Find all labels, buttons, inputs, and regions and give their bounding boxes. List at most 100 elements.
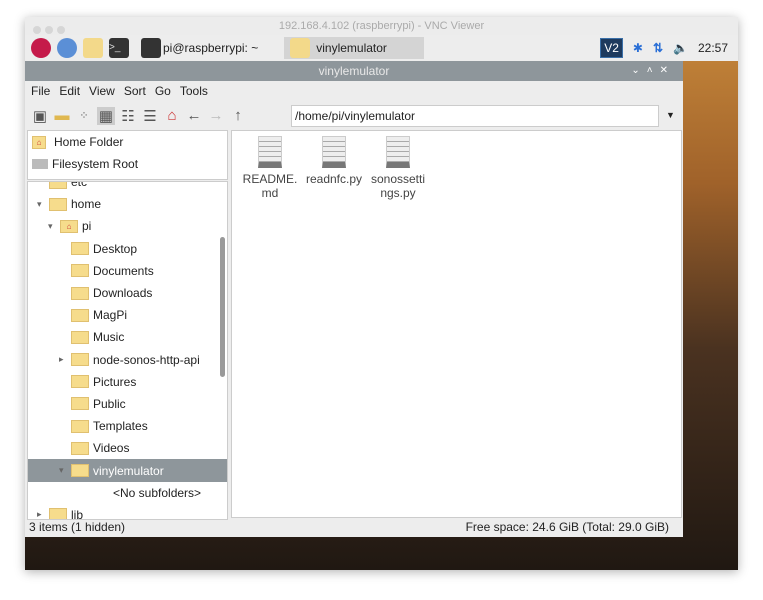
place-label: Filesystem Root (52, 157, 139, 171)
place-home-folder[interactable]: ⌂ Home Folder (28, 131, 227, 153)
clock: 22:57 (697, 41, 728, 55)
task-file-manager[interactable]: vinylemulator (284, 37, 425, 59)
folder-icon (71, 397, 89, 411)
menu-tools[interactable]: Tools (180, 84, 208, 98)
folder-icon (71, 308, 89, 322)
back-icon[interactable]: ← (185, 107, 203, 125)
tree-item[interactable]: Videos (28, 437, 227, 459)
item-count: 3 items (1 hidden) (29, 520, 126, 534)
text-file-icon (322, 136, 346, 168)
tree-item-label: Public (93, 396, 126, 411)
tree-item[interactable]: Music (28, 326, 227, 348)
new-folder-icon[interactable]: ▬ (53, 107, 71, 125)
address-bar[interactable]: /home/pi/vinylemulator (291, 105, 659, 127)
tree-item-label: Downloads (93, 286, 153, 301)
expander-icon[interactable]: ▸ (59, 354, 71, 365)
file-item[interactable]: sonossettings.py (366, 136, 430, 200)
tree-item-label: Videos (93, 441, 130, 456)
place-filesystem-root[interactable]: Filesystem Root (28, 153, 227, 175)
browser-icon[interactable] (57, 38, 77, 58)
tree-item[interactable]: Public (28, 393, 227, 415)
up-icon[interactable]: ↑ (229, 107, 247, 125)
menu-bar: File Edit View Sort Go Tools (25, 81, 683, 101)
expander-icon[interactable]: ▾ (59, 465, 71, 476)
folder-icon (71, 242, 89, 256)
tree-item[interactable]: Pictures (28, 371, 227, 393)
places-list: ⌂ Home Folder Filesystem Root (27, 130, 228, 180)
tree-item-label: MagPi (93, 308, 128, 323)
forward-icon[interactable]: → (207, 107, 225, 125)
tree-item-label: Pictures (93, 374, 137, 389)
pi-taskbar: >_ pi@raspberrypi: ~ vinylemulator V2 ✱ … (25, 35, 738, 61)
file-name: README.md (242, 172, 298, 200)
folder-icon (71, 441, 89, 455)
free-space: Free space: 24.6 GiB (Total: 29.0 GiB) (465, 520, 669, 534)
window-buttons[interactable]: ⌄˄✕ (631, 61, 675, 81)
tree-item-label: home (71, 197, 102, 212)
vnc-title-bar: 192.168.4.102 (raspberrypi) - VNC Viewer (25, 17, 738, 35)
menu-go[interactable]: Go (155, 84, 171, 98)
vnc-title: 192.168.4.102 (raspberrypi) - VNC Viewer (278, 20, 485, 32)
volume-icon[interactable]: 🔈 (673, 41, 688, 55)
tree-item-label: vinylemulator (93, 463, 164, 478)
network-icon[interactable]: ⇅ (653, 41, 663, 55)
text-file-icon (386, 136, 410, 168)
menu-sort[interactable]: Sort (124, 84, 146, 98)
tree-item[interactable]: etc (28, 181, 227, 193)
task-terminal[interactable]: pi@raspberrypi: ~ (135, 37, 264, 59)
folder-icon (71, 286, 89, 300)
vnc-icon[interactable]: V2 (600, 38, 623, 58)
folder-icon (71, 375, 89, 389)
tree-item[interactable]: ▸ node-sonos-http-api (28, 349, 227, 371)
window-title: vinylemulator (318, 64, 390, 78)
compact-view-icon[interactable]: ☷ (119, 107, 137, 125)
home-icon[interactable]: ⌂ (163, 107, 181, 125)
window-title-bar[interactable]: vinylemulator ⌄˄✕ (25, 61, 683, 81)
icon-view-icon[interactable]: ⁘ (75, 107, 93, 125)
status-bar: 3 items (1 hidden) Free space: 24.6 GiB … (25, 518, 683, 536)
tree-item-label: node-sonos-http-api (93, 352, 200, 367)
tree-item[interactable]: ▾ ⌂ pi (28, 215, 227, 237)
expander-icon[interactable]: ▾ (48, 221, 60, 232)
tree-item-label: Music (93, 330, 125, 345)
terminal-icon (141, 38, 161, 58)
file-name: readnfc.py (305, 172, 363, 186)
terminal-icon[interactable]: >_ (109, 38, 129, 58)
tree-item[interactable]: Templates (28, 415, 227, 437)
drive-icon (32, 159, 48, 169)
tree-item-label: Documents (93, 263, 154, 278)
tree-item[interactable]: Downloads (28, 282, 227, 304)
folder-icon (71, 419, 89, 433)
menu-file[interactable]: File (31, 84, 50, 98)
address-dropdown-icon[interactable]: ▼ (666, 110, 675, 120)
side-pane: ⌂ Home Folder Filesystem Root etc ▾ home ▾ ⌂ p… (27, 130, 228, 520)
tree-item-label: Templates (93, 419, 148, 434)
tree-item[interactable]: ▾ vinylemulator (28, 459, 227, 482)
file-item[interactable]: readnfc.py (302, 136, 366, 186)
raspberry-menu-icon[interactable] (31, 38, 51, 58)
tree-item[interactable]: Documents (28, 260, 227, 282)
file-view: README.md readnfc.py sonossettings.py (231, 130, 682, 518)
bluetooth-icon[interactable]: ✱ (633, 41, 643, 55)
tree-item-label: etc (71, 181, 88, 190)
tree-item-label: Desktop (93, 241, 138, 256)
file-manager-icon[interactable] (83, 38, 103, 58)
tree-item[interactable]: <No subfolders> (28, 482, 227, 504)
menu-edit[interactable]: Edit (59, 84, 80, 98)
tree-item-label: pi (82, 219, 92, 234)
file-item[interactable]: README.md (238, 136, 302, 200)
tree-item[interactable]: MagPi (28, 304, 227, 326)
side-pane-icon[interactable]: ▣ (31, 107, 49, 125)
menu-view[interactable]: View (89, 84, 115, 98)
folder-icon (49, 197, 67, 211)
expander-icon[interactable]: ▾ (37, 199, 49, 210)
place-label: Home Folder (54, 135, 124, 149)
file-name: sonossettings.py (370, 172, 426, 200)
folder-icon (71, 330, 89, 344)
thumbnail-view-icon[interactable]: ▦ (97, 106, 115, 125)
tree-item[interactable]: Desktop (28, 238, 227, 260)
detailed-list-icon[interactable]: ☰ (141, 107, 159, 125)
system-tray: V2 ✱ ⇅ 🔈 22:57 (600, 38, 728, 58)
folder-icon (71, 264, 89, 278)
tree-item[interactable]: ▾ home (28, 193, 227, 215)
